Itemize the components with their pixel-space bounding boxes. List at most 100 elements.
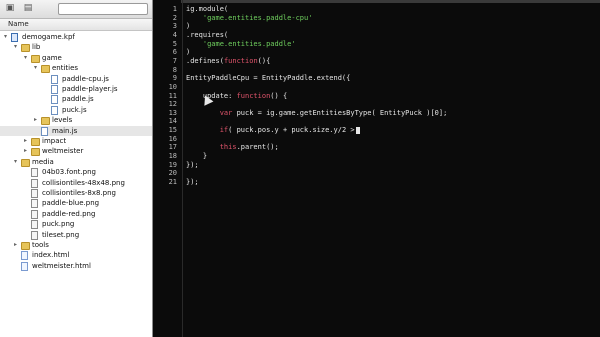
tree-item-label: lib — [32, 43, 41, 52]
line-number: 21 — [168, 178, 177, 186]
line-number: 6 — [172, 48, 177, 57]
folder-icon — [41, 65, 50, 74]
tree-item-label: paddle-player.js — [62, 85, 118, 93]
line-number: 20 — [168, 169, 177, 178]
folder-icon — [21, 44, 30, 53]
expand-arrow-icon[interactable]: ▸ — [12, 240, 19, 250]
collapse-arrow-icon[interactable]: ▾ — [2, 32, 9, 42]
tree-menu-icon[interactable]: ▤ — [22, 3, 34, 14]
collapse-arrow-icon[interactable]: ▾ — [12, 42, 19, 52]
folder-icon — [31, 148, 40, 157]
editor-top-bar — [153, 0, 600, 3]
tree-item-label: tileset.png — [42, 230, 80, 239]
code-line[interactable] — [186, 100, 600, 109]
code-line[interactable]: }); — [186, 178, 600, 187]
file-icon — [31, 168, 38, 178]
code-line[interactable]: 'game.entities.paddle' — [186, 40, 600, 49]
tree-item[interactable]: index.html — [0, 250, 152, 261]
file-icon — [51, 105, 58, 115]
line-number: 15 — [168, 126, 177, 135]
tree-item-label: puck.js — [62, 105, 87, 114]
tree-item-label: impact — [42, 137, 67, 145]
folder-menu-icon[interactable]: ▣ — [4, 3, 16, 14]
tree-item-label: 04b03.font.png — [42, 168, 96, 177]
code-line[interactable]: ) — [186, 48, 600, 57]
tree-item-label: collisiontiles-48x48.png — [42, 178, 125, 187]
code-line[interactable]: } — [186, 152, 600, 161]
tree-item-label: puck.png — [42, 220, 75, 229]
code-line[interactable]: .requires( — [186, 31, 600, 40]
code-line[interactable] — [186, 135, 600, 144]
tree-item[interactable]: ▸ impact — [0, 136, 152, 146]
folder-icon — [31, 54, 40, 63]
tree-item[interactable]: collisiontiles-8x8.png — [0, 188, 152, 198]
folder-icon — [41, 117, 50, 126]
code-editor[interactable]: 1 2 3 4 5 6 7 8 9 10 11 12 13 14 15 16 17 18 19 20 21 ig.mod… — [153, 0, 600, 337]
code-line[interactable]: var puck = ig.game.getEntitiesByType( En… — [186, 109, 600, 118]
collapse-arrow-icon[interactable]: ▾ — [32, 63, 39, 73]
file-icon — [11, 33, 18, 42]
tree-item[interactable]: ▸ tools — [0, 240, 152, 250]
file-icon — [51, 85, 58, 94]
tree-item[interactable]: ▾ media — [0, 157, 152, 167]
tree-item[interactable]: paddle-red.png — [0, 209, 152, 219]
code-line[interactable] — [186, 117, 600, 126]
line-number: 11 — [168, 91, 177, 100]
tree-item-label: game — [42, 53, 62, 62]
code-line[interactable]: ig.module( — [186, 5, 600, 14]
tree-item-label: collisiontiles-8x8.png — [42, 189, 116, 197]
expand-arrow-icon[interactable]: ▸ — [22, 146, 29, 156]
text-cursor — [355, 126, 360, 134]
tree-item-label: media — [32, 157, 54, 166]
tree-item[interactable]: paddle-player.js — [0, 84, 152, 94]
code-line[interactable]: update: function() { — [186, 92, 600, 101]
file-icon — [31, 178, 38, 188]
code-line[interactable]: }); — [186, 161, 600, 170]
tree-item[interactable]: ▾ game — [0, 53, 152, 63]
code-line[interactable] — [186, 66, 600, 75]
collapse-arrow-icon[interactable]: ▾ — [12, 157, 19, 167]
line-number: 14 — [168, 117, 177, 126]
collapse-arrow-icon[interactable]: ▾ — [22, 53, 29, 63]
code-line[interactable] — [186, 83, 600, 92]
line-number: 9 — [172, 74, 177, 83]
project-sidebar: ▣ ▤ Name ▾ demogame.kpf ▾ lib ▾ game ▾ entities… — [0, 0, 153, 337]
tree-item[interactable]: ▸ levels — [0, 115, 152, 126]
code-line[interactable]: EntityPaddleCpu = EntityPaddle.extend({ — [186, 74, 600, 83]
file-icon — [21, 261, 28, 271]
tree-item[interactable]: tileset.png — [0, 230, 152, 240]
line-number: 1 — [172, 5, 177, 13]
tree-item[interactable]: puck.png — [0, 219, 152, 230]
tree-item[interactable]: weltmeister.html — [0, 261, 152, 271]
code-line[interactable]: this.parent(); — [186, 143, 600, 152]
file-icon — [41, 126, 48, 136]
file-icon — [31, 189, 38, 198]
tree-item[interactable]: puck.js — [0, 105, 152, 115]
expand-arrow-icon[interactable]: ▸ — [32, 115, 39, 125]
tree-item[interactable]: paddle-blue.png — [0, 198, 152, 209]
tree-item[interactable]: ▾ entities — [0, 63, 152, 74]
code-line[interactable]: 'game.entities.paddle-cpu' — [186, 14, 600, 23]
line-number: 19 — [168, 160, 177, 169]
code-line[interactable] — [186, 169, 600, 178]
file-icon — [31, 230, 38, 240]
name-column-header[interactable]: Name — [0, 19, 152, 31]
tree-item[interactable]: 04b03.font.png — [0, 167, 152, 178]
gutter-separator — [182, 0, 183, 337]
tree-item[interactable]: ▾ lib — [0, 42, 152, 53]
tree-item[interactable]: ▸ weltmeister — [0, 146, 152, 157]
code-line[interactable]: .defines(function(){ — [186, 57, 600, 66]
line-number: 13 — [168, 108, 177, 117]
tree-item[interactable]: collisiontiles-48x48.png — [0, 178, 152, 188]
line-number: 7 — [172, 56, 177, 65]
sidebar-toolbar: ▣ ▤ — [0, 0, 152, 19]
code-line[interactable]: if( puck.pos.y + puck.size.y/2 > — [186, 126, 600, 135]
code-line[interactable]: ) — [186, 22, 600, 31]
tree-item[interactable]: paddle.js — [0, 94, 152, 105]
tree-item-label: weltmeister.html — [32, 261, 91, 270]
tree-item[interactable]: ▾ demogame.kpf — [0, 32, 152, 42]
expand-arrow-icon[interactable]: ▸ — [22, 136, 29, 146]
filter-input[interactable] — [58, 3, 148, 15]
tree-item[interactable]: paddle-cpu.js — [0, 74, 152, 84]
tree-item[interactable]: main.js — [0, 125, 152, 136]
